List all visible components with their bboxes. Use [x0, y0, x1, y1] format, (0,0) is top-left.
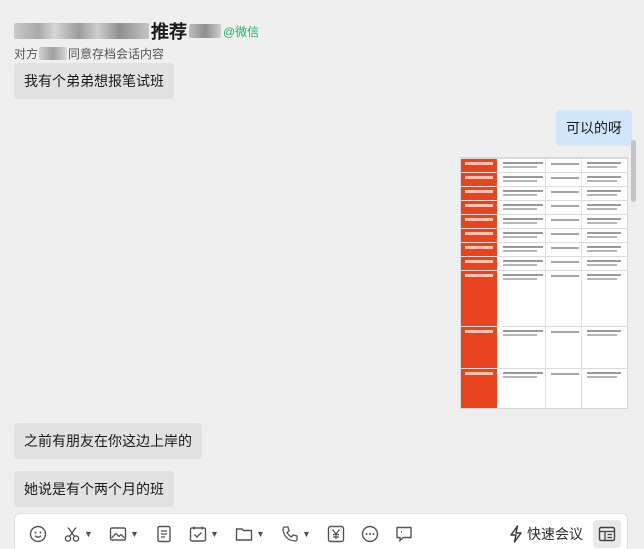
- chevron-down-icon[interactable]: ▼: [130, 529, 139, 539]
- quick-meeting-label: 快速会议: [527, 526, 583, 542]
- redacted-name: [14, 23, 149, 39]
- emoji-icon[interactable]: [29, 524, 47, 544]
- redacted-notice: [39, 47, 68, 60]
- image-message[interactable]: [460, 157, 628, 409]
- chevron-down-icon[interactable]: ▼: [256, 529, 265, 539]
- side-panel-button[interactable]: [593, 520, 621, 548]
- message-text: 我有个弟弟想报笔试班: [24, 73, 164, 89]
- message-text: 她说是有个两个月的班: [24, 481, 164, 497]
- message-input-toolbar: ▼ ▼ ▼ ▼ ▼ 快速会议: [14, 513, 628, 549]
- archive-notice: 对方 同意存档会话内容: [14, 45, 164, 62]
- chat-title: 推荐 @微信: [14, 18, 259, 44]
- scissors-icon[interactable]: ▼: [63, 524, 93, 544]
- message-bubble-left[interactable]: 我有个弟弟想报笔试班: [14, 63, 174, 99]
- chevron-down-icon[interactable]: ▼: [210, 529, 219, 539]
- message-bubble-left[interactable]: 她说是有个两个月的班: [14, 471, 174, 507]
- more-icon[interactable]: [361, 524, 379, 544]
- table-row: [461, 186, 627, 200]
- table-row: [461, 214, 627, 228]
- folder-icon[interactable]: ▼: [235, 524, 265, 544]
- calendar-check-icon[interactable]: ▼: [189, 524, 219, 544]
- archive-notice-end: 同意存档会话内容: [68, 47, 165, 61]
- phone-icon[interactable]: ▼: [281, 524, 311, 544]
- image-icon[interactable]: ▼: [109, 524, 139, 544]
- document-icon[interactable]: [155, 524, 173, 544]
- message-bubble-right[interactable]: 可以的呀: [556, 110, 632, 146]
- yen-icon[interactable]: [327, 524, 345, 544]
- message-bubble-left[interactable]: 之前有朋友在你这边上岸的: [14, 423, 202, 459]
- wechat-tag: @微信: [223, 24, 260, 39]
- chevron-down-icon[interactable]: ▼: [84, 529, 93, 539]
- table-row: [461, 172, 627, 186]
- quick-meeting-button[interactable]: 快速会议: [509, 524, 583, 544]
- archive-notice-start: 对方: [14, 47, 39, 61]
- table-row: [461, 228, 627, 242]
- message-text: 可以的呀: [566, 120, 622, 136]
- scrollbar[interactable]: [631, 140, 636, 202]
- redacted-name-suffix: [189, 24, 221, 38]
- panel-icon: [598, 526, 616, 542]
- table-row: [461, 158, 627, 172]
- chevron-down-icon[interactable]: ▼: [302, 529, 311, 539]
- table-row: [461, 270, 627, 326]
- chat-icon[interactable]: [395, 524, 413, 544]
- message-text: 之前有朋友在你这边上岸的: [24, 433, 192, 449]
- table-row: [461, 242, 627, 256]
- table-row: [461, 256, 627, 270]
- lightning-icon: [510, 525, 522, 543]
- contact-name[interactable]: 推荐: [151, 18, 187, 44]
- table-row: [461, 326, 627, 368]
- table-row: [461, 368, 627, 408]
- table-row: [461, 200, 627, 214]
- chat-header: 推荐 @微信 对方 同意存档会话内容: [0, 0, 644, 64]
